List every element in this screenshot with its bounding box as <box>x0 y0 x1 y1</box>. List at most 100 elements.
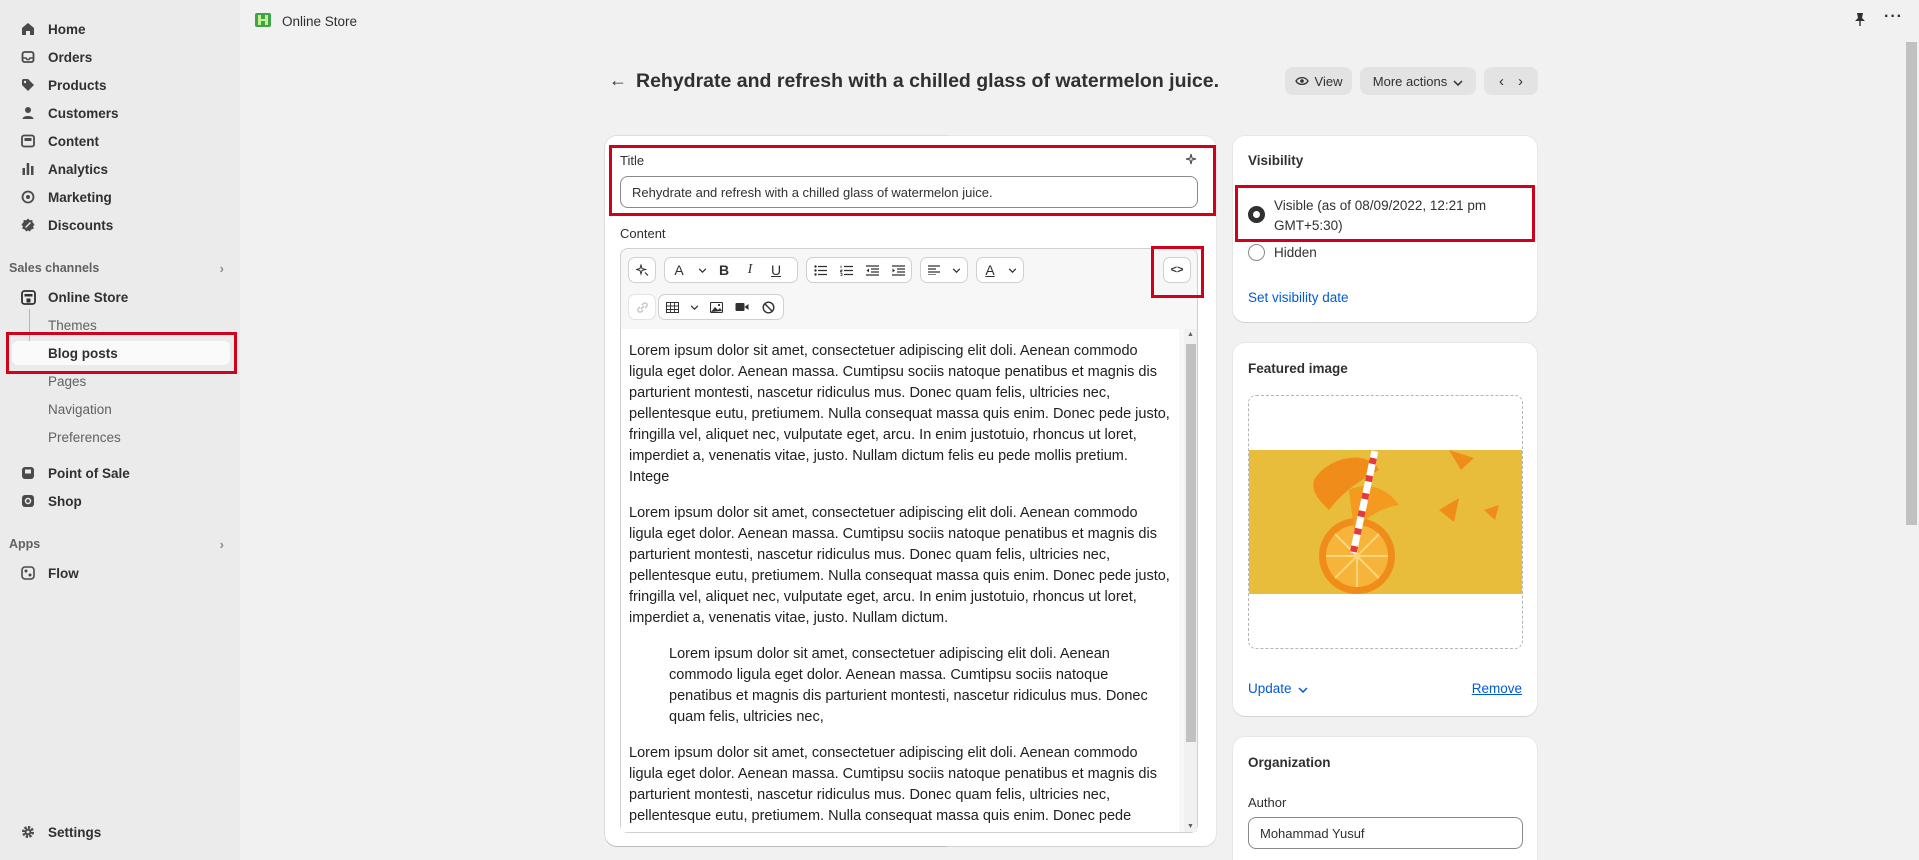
sidebar-item-label: Shop <box>48 493 82 509</box>
view-label: View <box>1314 73 1343 89</box>
chevron-down-icon[interactable] <box>1003 258 1021 282</box>
more-options-icon[interactable]: ··· <box>1884 9 1903 29</box>
clear-format-icon[interactable] <box>755 295 781 319</box>
person-icon <box>20 105 36 121</box>
author-input[interactable]: Mohammad Yusuf <box>1248 817 1523 849</box>
more-actions-button[interactable]: More actions <box>1360 67 1476 95</box>
sidebar-subitem-blog-posts[interactable]: Blog posts <box>12 341 230 365</box>
apps-header[interactable]: Apps › <box>9 534 224 554</box>
bullet-list-icon[interactable] <box>807 258 833 282</box>
set-visibility-date-link[interactable]: Set visibility date <box>1248 290 1349 305</box>
toolbar-list-group <box>806 257 912 283</box>
toolbar-color-group: A <box>976 257 1024 283</box>
pos-icon <box>20 465 36 481</box>
sidebar-subitem-label: Themes <box>48 317 97 333</box>
chevron-down-icon[interactable] <box>685 295 703 319</box>
sidebar-item-online-store[interactable]: Online Store <box>20 285 128 309</box>
pin-icon[interactable] <box>1854 12 1866 29</box>
eye-icon <box>1294 74 1309 89</box>
sidebar-item-content[interactable]: Content <box>20 129 99 153</box>
sidebar-item-label: Online Store <box>48 289 129 305</box>
sidebar-item-label: Products <box>48 77 107 93</box>
align-left-icon[interactable] <box>921 258 947 282</box>
update-label: Update <box>1248 681 1292 696</box>
numbered-list-icon[interactable] <box>833 258 859 282</box>
next-icon[interactable]: › <box>1518 73 1523 90</box>
text-color-icon[interactable]: A <box>977 258 1003 282</box>
content-blockquote: Lorem ipsum dolor sit amet, consectetuer… <box>669 646 1148 725</box>
content-paragraph: Lorem ipsum dolor sit amet, consectetuer… <box>629 505 1170 626</box>
previous-icon[interactable]: ‹ <box>1499 73 1504 90</box>
visible-radio[interactable] <box>1248 206 1265 223</box>
update-button[interactable]: Update <box>1248 681 1308 696</box>
sidebar-item-customers[interactable]: Customers <box>20 101 119 125</box>
hidden-radio[interactable] <box>1248 244 1265 261</box>
editor-scrollbar[interactable]: ▲ ▼ <box>1184 329 1197 832</box>
toolbar-insert-group <box>658 294 784 320</box>
sidebar-item-settings[interactable]: Settings <box>20 820 101 844</box>
featured-image-dropzone[interactable] <box>1248 395 1523 649</box>
video-icon[interactable] <box>729 295 755 319</box>
link-icon[interactable] <box>629 295 655 319</box>
editor-content[interactable]: Lorem ipsum dolor sit amet, consectetuer… <box>621 329 1179 832</box>
view-button[interactable]: View <box>1285 67 1352 95</box>
content-paragraph: Lorem ipsum dolor sit amet, consectetuer… <box>629 343 1170 485</box>
html-toggle-button[interactable]: <> <box>1163 257 1191 283</box>
apps-label: Apps <box>9 537 41 551</box>
image-icon[interactable] <box>703 295 729 319</box>
title-input[interactable]: Rehydrate and refresh with a chilled gla… <box>620 176 1198 208</box>
sidebar-subitem-preferences[interactable]: Preferences <box>48 425 121 449</box>
sidebar-subitem-themes[interactable]: Themes <box>48 313 97 337</box>
visible-label-line-2: GMT+5:30) <box>1274 218 1343 233</box>
sidebar-item-flow[interactable]: Flow <box>20 561 79 585</box>
title-input-value: Rehydrate and refresh with a chilled gla… <box>632 184 993 200</box>
shop-icon <box>20 493 36 509</box>
sidebar-item-label: Flow <box>48 565 79 581</box>
sidebar-item-label: Settings <box>48 824 102 840</box>
scroll-up-icon[interactable]: ▲ <box>1187 331 1194 338</box>
indent-icon[interactable] <box>885 258 911 282</box>
scroll-down-icon[interactable]: ▼ <box>1187 823 1194 830</box>
italic-icon[interactable]: I <box>737 258 763 282</box>
sidebar-subitem-navigation[interactable]: Navigation <box>48 397 112 421</box>
topbar: Online Store <box>240 0 1919 42</box>
sidebar-subitem-label: Pages <box>48 373 87 389</box>
sidebar-item-point-of-sale[interactable]: Point of Sale <box>20 461 130 485</box>
sidebar-item-shop[interactable]: Shop <box>20 489 82 513</box>
content-icon <box>20 133 36 149</box>
toolbar-align-group <box>920 257 968 283</box>
back-arrow-icon[interactable]: ← <box>609 70 627 91</box>
more-actions-label: More actions <box>1372 73 1448 89</box>
font-icon[interactable]: A <box>665 258 693 282</box>
sidebar-item-analytics[interactable]: Analytics <box>20 157 108 181</box>
magic-icon[interactable] <box>629 258 655 282</box>
sidebar-item-orders[interactable]: Orders <box>20 45 92 69</box>
page-title: Rehydrate and refresh with a chilled gla… <box>636 70 1220 92</box>
table-icon[interactable] <box>659 295 685 319</box>
chevron-right-icon: › <box>219 536 224 552</box>
page-scrollbar[interactable] <box>1904 42 1919 860</box>
sidebar-item-discounts[interactable]: Discounts <box>20 213 113 237</box>
underline-icon[interactable]: U <box>763 258 789 282</box>
sidebar-subitem-pages[interactable]: Pages <box>48 369 86 393</box>
visible-label-line-1: Visible (as of 08/09/2022, 12:21 pm <box>1274 198 1487 213</box>
sidebar-item-products[interactable]: Products <box>20 73 107 97</box>
remove-link[interactable]: Remove <box>1472 681 1522 696</box>
sales-channels-header[interactable]: Sales channels › <box>9 258 224 278</box>
page-scrollbar-thumb[interactable] <box>1906 42 1917 525</box>
bold-icon[interactable]: B <box>711 258 737 282</box>
sidebar: Home Orders Products Customers Content A… <box>0 0 240 860</box>
outdent-icon[interactable] <box>859 258 885 282</box>
home-icon <box>20 21 36 37</box>
sidebar-item-marketing[interactable]: Marketing <box>20 185 112 209</box>
online-store-logo-icon <box>254 11 272 32</box>
chevron-down-icon[interactable] <box>947 258 965 282</box>
content-label: Content <box>620 226 666 241</box>
scrollbar-thumb[interactable] <box>1186 344 1196 742</box>
sidebar-item-home[interactable]: Home <box>20 17 86 41</box>
chevron-right-icon: › <box>219 260 224 276</box>
code-icon: <> <box>1170 264 1184 276</box>
visibility-card: Visibility Visible (as of 08/09/2022, 12… <box>1233 136 1537 322</box>
chevron-down-icon[interactable] <box>693 258 711 282</box>
sparkle-icon[interactable] <box>1185 153 1199 170</box>
